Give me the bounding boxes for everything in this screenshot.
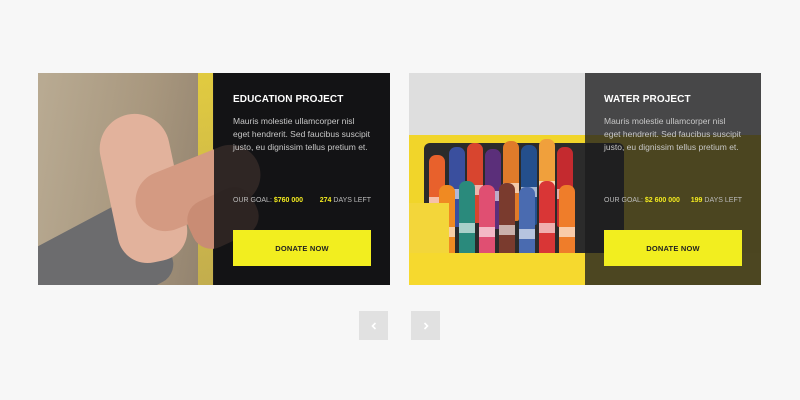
project-meta: OUR GOAL: $760 000 274 DAYS LEFT xyxy=(233,197,371,204)
previous-button[interactable] xyxy=(359,311,388,340)
project-description: Mauris molestie ullamcorper nisl eget he… xyxy=(604,116,742,152)
days-label: DAYS LEFT xyxy=(704,197,742,204)
next-button[interactable] xyxy=(411,311,440,340)
project-meta: OUR GOAL: $2 600 000 199 DAYS LEFT xyxy=(604,197,742,204)
days-left: 274 DAYS LEFT xyxy=(320,197,371,204)
chevron-right-icon xyxy=(422,318,430,333)
project-card-water: WATER PROJECT Mauris molestie ullamcorpe… xyxy=(409,73,761,285)
days-value: 274 xyxy=(319,197,332,204)
goal-value: $2 600 000 xyxy=(644,197,680,204)
days-value: 199 xyxy=(690,197,703,204)
project-description: Mauris molestie ullamcorper nisl eget he… xyxy=(233,116,371,152)
chevron-left-icon xyxy=(370,318,378,333)
project-title: WATER PROJECT xyxy=(604,94,691,105)
goal: OUR GOAL: $760 000 xyxy=(233,197,303,204)
project-info-panel: EDUCATION PROJECT Mauris molestie ullamc… xyxy=(214,73,390,285)
goal-label: OUR GOAL: xyxy=(233,197,272,204)
goal: OUR GOAL: $2 600 000 xyxy=(604,197,680,204)
project-info-panel: WATER PROJECT Mauris molestie ullamcorpe… xyxy=(585,73,761,285)
goal-label: OUR GOAL: xyxy=(604,197,643,204)
project-card-education: EDUCATION PROJECT Mauris molestie ullamc… xyxy=(38,73,390,285)
days-label: DAYS LEFT xyxy=(333,197,371,204)
project-title: EDUCATION PROJECT xyxy=(233,94,344,105)
goal-value: $760 000 xyxy=(273,197,304,204)
donate-now-button[interactable]: DONATE NOW xyxy=(233,230,371,266)
days-left: 199 DAYS LEFT xyxy=(691,197,742,204)
donate-now-button[interactable]: DONATE NOW xyxy=(604,230,742,266)
